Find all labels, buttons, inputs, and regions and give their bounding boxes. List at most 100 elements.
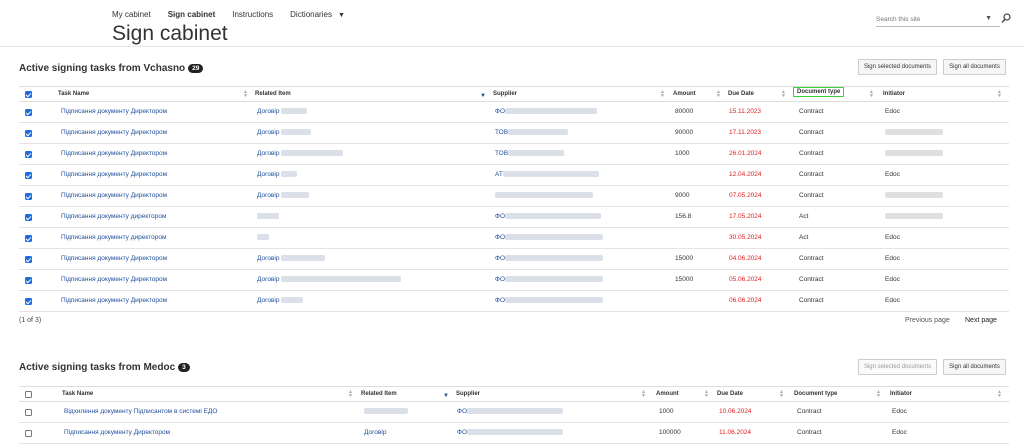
task-name-link[interactable]: Відхилення документу Підписантом в систе… [64,408,217,415]
task-name-link[interactable]: Підписання документу Директором [61,276,167,283]
column-supplier[interactable]: Supplier [456,391,480,397]
search-scope-dropdown[interactable]: ▼ [985,15,992,22]
nav-my-cabinet[interactable]: My cabinet [112,10,151,19]
supplier-link[interactable]: АТ [495,171,599,178]
column-related-item[interactable]: Related Item [361,391,397,397]
medoc-sign-selected-button[interactable]: Sign selected documents [858,359,937,375]
column-supplier[interactable]: Supplier [493,91,517,97]
related-item-link[interactable] [257,213,279,220]
related-item-link[interactable]: Договір [257,108,308,115]
table-row[interactable]: Підписання документу Директором Договір … [19,123,1009,144]
task-name-link[interactable]: Підписання документу Директором [61,171,167,178]
task-name-link[interactable]: Підписання документу Директором [61,255,167,262]
related-item-link[interactable] [364,408,408,415]
table-row[interactable]: Підписання документу Директором Договір … [19,186,1009,207]
table-row[interactable]: Підписання документу Директором Договір … [19,270,1009,291]
supplier-link[interactable]: ФО [495,276,603,283]
sort-icon[interactable]: ▲ ▼ [997,390,1002,399]
table-row[interactable]: Підписання документу Директором Договір … [19,144,1009,165]
table-row[interactable]: Підписання документу Директором Договір … [19,102,1009,123]
supplier-link[interactable] [495,192,593,199]
column-document-type[interactable]: Document type [794,391,837,397]
related-item-link[interactable]: Договір [364,429,388,436]
search-input[interactable] [876,16,980,23]
sort-icon[interactable]: ▲ ▼ [997,90,1002,99]
row-checkbox[interactable] [25,298,32,305]
related-item-link[interactable] [257,234,269,241]
row-checkbox[interactable] [25,256,32,263]
sign-all-button[interactable]: Sign all documents [943,59,1006,75]
related-item-link[interactable]: Договір [257,171,298,178]
table-row[interactable]: Підписання документу Директором Договір … [19,423,1009,444]
row-checkbox[interactable] [25,172,32,179]
row-checkbox[interactable] [25,214,32,221]
column-related-item[interactable]: Related Item [255,91,291,97]
sign-selected-button[interactable]: Sign selected documents [858,59,937,75]
row-checkbox[interactable] [25,277,32,284]
supplier-link[interactable]: ФО [495,297,603,304]
column-document-type[interactable]: Document type [793,87,845,97]
sort-icon[interactable]: ▲ ▼ [704,390,709,399]
supplier-link[interactable]: ТОВ [495,129,569,136]
sort-icon[interactable]: ▲ ▼ [641,390,646,399]
table-row[interactable]: Відхилення документу Підписантом в систе… [19,402,1009,423]
table-row[interactable]: Підписання документу Директором Договір … [19,249,1009,270]
column-amount[interactable]: Amount [673,91,696,97]
supplier-link[interactable]: ФО [495,255,603,262]
sort-icon[interactable]: ▲ ▼ [243,90,248,99]
nav-instructions[interactable]: Instructions [232,10,273,19]
table-row[interactable]: Підписання документу директором ФО 30.05… [19,228,1009,249]
nav-sign-cabinet[interactable]: Sign cabinet [168,10,216,19]
supplier-link[interactable]: ФО [495,213,601,220]
supplier-link[interactable]: ФО [457,429,563,436]
column-initiator[interactable]: Initiator [883,91,905,97]
related-item-link[interactable]: Договір [257,192,310,199]
supplier-link[interactable]: ФО [457,408,563,415]
select-all-checkbox[interactable] [25,91,32,98]
task-name-link[interactable]: Підписання документу Директором [61,108,167,115]
task-name-link[interactable]: Підписання документу Директором [61,192,167,199]
column-amount[interactable]: Amount [656,391,679,397]
table-row[interactable]: Підписання документу директором ФО 156.8… [19,207,1009,228]
table-row[interactable]: Підписання документу Директором Договір … [19,291,1009,312]
row-checkbox[interactable] [25,151,32,158]
sort-icon[interactable]: ▲ ▼ [716,90,721,99]
row-checkbox[interactable] [25,409,32,416]
row-checkbox[interactable] [25,430,32,437]
search-icon[interactable] [1000,12,1012,24]
column-task-name[interactable]: Task Name [62,391,93,397]
related-item-link[interactable]: Договір [257,129,312,136]
row-checkbox[interactable] [25,109,32,116]
sort-desc-icon[interactable]: ▼ [443,393,449,399]
task-name-link[interactable]: Підписання документу директором [61,234,167,241]
table-row[interactable]: Підписання документу Директором Договір … [19,165,1009,186]
task-name-link[interactable]: Підписання документу Директором [61,150,167,157]
task-name-link[interactable]: Підписання документу директором [61,213,167,220]
related-item-link[interactable]: Договір [257,150,344,157]
supplier-link[interactable]: ФО [495,108,597,115]
row-checkbox[interactable] [25,193,32,200]
select-all-checkbox[interactable] [25,391,32,398]
sort-icon[interactable]: ▲ ▼ [876,390,881,399]
supplier-link[interactable]: ТОВ [495,150,565,157]
task-name-link[interactable]: Підписання документу Директором [64,429,170,436]
sort-icon[interactable]: ▲ ▼ [779,390,784,399]
column-task-name[interactable]: Task Name [58,91,89,97]
supplier-link[interactable]: ФО [495,234,603,241]
related-item-link[interactable]: Договір [257,276,402,283]
related-item-link[interactable]: Договір [257,297,304,304]
nav-dictionaries[interactable]: Dictionaries ▼ [290,10,345,19]
next-page-button[interactable]: Next page [965,317,997,324]
row-checkbox[interactable] [25,130,32,137]
sort-icon[interactable]: ▲ ▼ [869,90,874,99]
previous-page-button[interactable]: Previous page [905,317,950,324]
sort-icon[interactable]: ▲ ▼ [781,90,786,99]
column-due-date[interactable]: Due Date [728,91,754,97]
column-initiator[interactable]: Initiator [890,391,912,397]
sort-desc-icon[interactable]: ▼ [480,93,486,99]
medoc-sign-all-button[interactable]: Sign all documents [943,359,1006,375]
column-due-date[interactable]: Due Date [717,391,743,397]
sort-icon[interactable]: ▲ ▼ [660,90,665,99]
task-name-link[interactable]: Підписання документу Директором [61,129,167,136]
sort-icon[interactable]: ▲ ▼ [348,390,353,399]
